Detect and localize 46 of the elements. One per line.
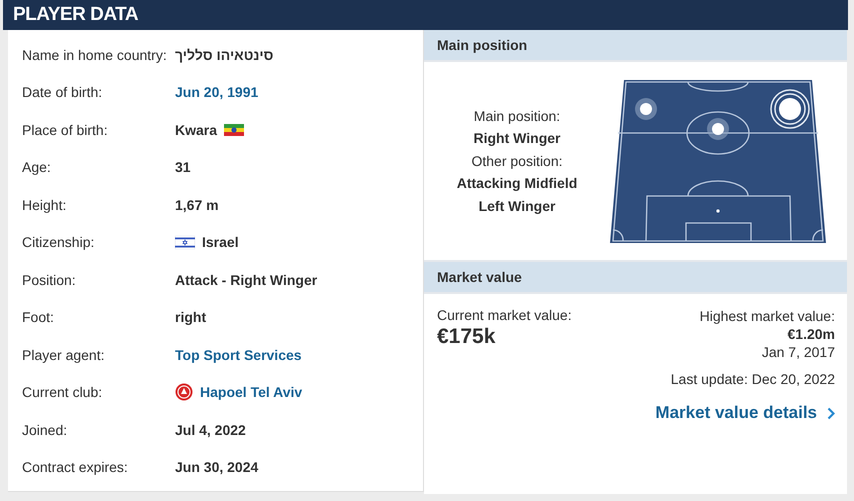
flag-icon [224,124,244,136]
field-label: Citizenship: [22,234,96,250]
value-text: 1,67 m [175,196,219,213]
field-label: Position: [22,272,77,288]
club-crest-icon [175,383,193,402]
field-label: Foot: [22,309,55,326]
field-label: Main position: [474,106,560,126]
value-link[interactable]: Top Sport Services [175,346,302,363]
field-label: Player agent: [22,346,106,363]
chevron-icon [827,406,835,420]
position-marker [707,118,729,140]
date-text: Jan 7, 2017 [762,343,835,361]
field-label: Name in home country: [22,46,168,63]
field-label: Other position: [471,152,563,171]
field-label: Current market value: [437,307,572,323]
position-text: Left Winger [478,196,556,216]
field-label: Joined: [22,422,68,438]
panel-heading: Main position [424,30,847,60]
position-text: Right Winger [474,129,560,148]
field-label: Highest market value: [700,307,835,325]
field-label: Place of birth: [22,122,109,138]
position-text: Attacking Midfield [456,174,578,194]
details-link[interactable]: Market value details [655,404,835,422]
value-text: right [175,309,206,326]
panel-heading: Market value [424,262,847,292]
value-text: Kwara [175,122,218,138]
main-position-marker [770,88,810,128]
value-text: סינטאיהו סלליך [175,46,274,63]
highest-value-text: €1.20m [788,325,835,343]
position-marker [635,98,657,120]
field-label: Height: [22,196,68,213]
value-text: Attack - Right Winger [175,272,318,288]
market-value-text: €175k [437,325,496,349]
value-text: Jul 4, 2022 [175,422,246,438]
update-text: Last update: Dec 20, 2022 [670,370,835,388]
field-label: Contract expires: [22,459,129,476]
field-label: Date of birth: [22,84,104,100]
value-link[interactable]: Jun 20, 1991 [175,84,258,100]
section-title: PLAYER DATA [13,4,138,26]
value-text: 31 [175,159,191,176]
field-label: Current club: [22,384,104,400]
club-link[interactable]: Hapoel Tel Aviv [200,384,302,400]
value-text: Israel [202,234,239,250]
value-text: Jun 30, 2024 [175,459,258,476]
field-label: Age: [22,159,52,176]
flag-icon [175,236,195,249]
